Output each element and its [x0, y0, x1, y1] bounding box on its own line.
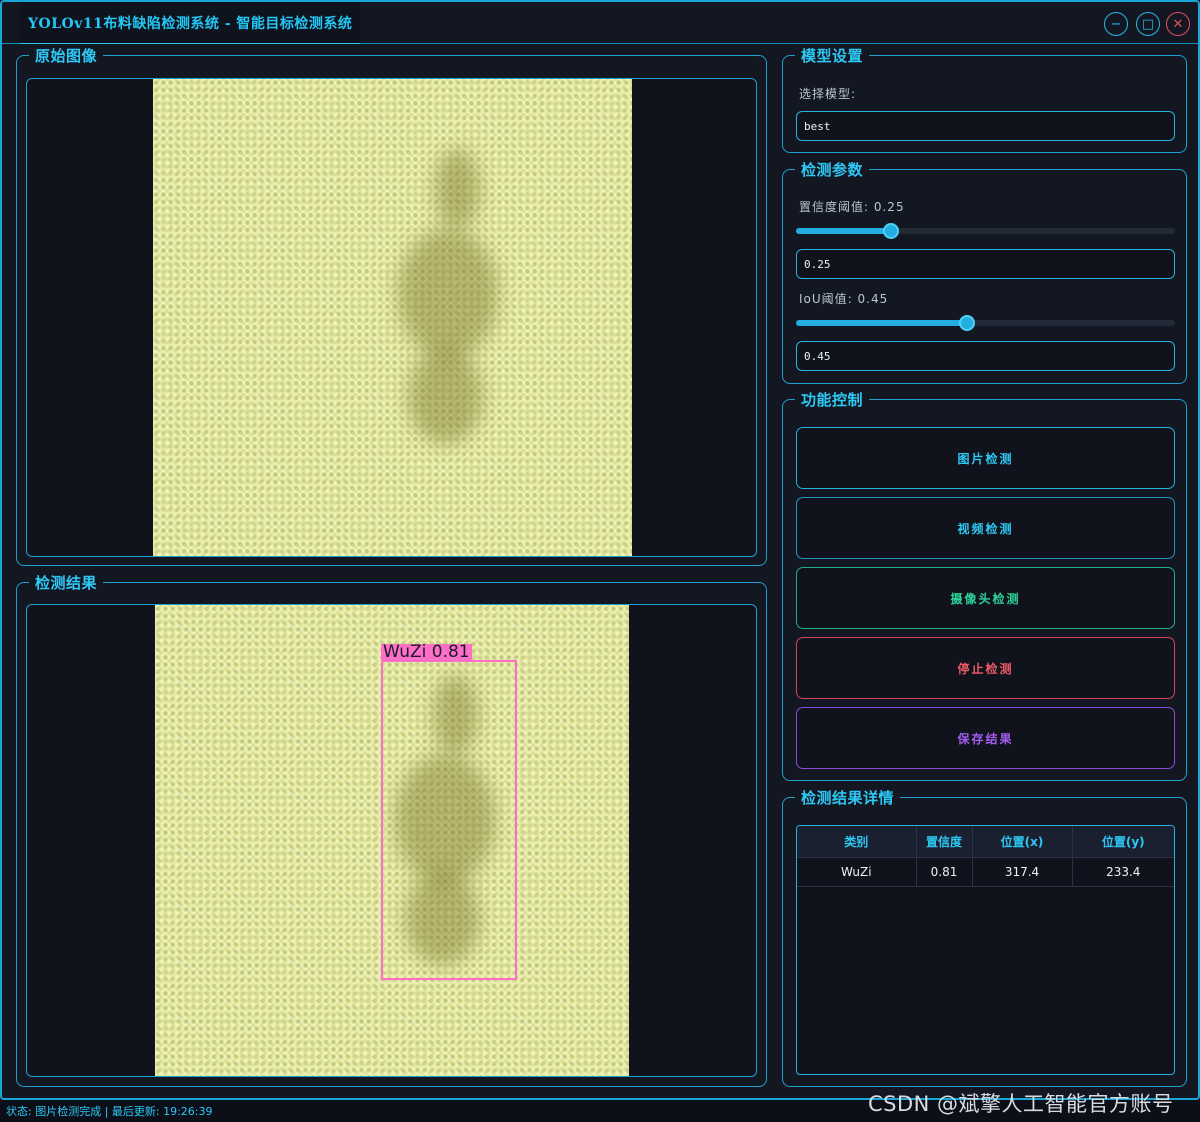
- stain-spot: [398, 229, 498, 359]
- result-details-group: 检测结果详情 类别 置信度 位置(x) 位置(y) WuZi 0.81 317.…: [782, 788, 1187, 1087]
- cell-y: 233.4: [1072, 857, 1174, 887]
- stain-spot: [435, 149, 480, 229]
- confidence-label: 置信度阈值: 0.25: [799, 200, 905, 214]
- stain-spot: [408, 349, 483, 444]
- title-tab: YOLOv11布料缺陷检测系统 - 智能目标检测系统: [20, 2, 361, 44]
- original-fabric-image: [153, 79, 632, 556]
- original-image-title: 原始图像: [29, 46, 104, 66]
- model-select[interactable]: best: [796, 111, 1175, 141]
- detection-params-group: 检测参数 置信度阈值: 0.25 0.25 IoU阈值: 0.45 0.45: [782, 160, 1187, 384]
- stop-detect-button[interactable]: 停止检测: [796, 637, 1175, 699]
- model-settings-group: 模型设置 选择模型: best: [782, 46, 1187, 153]
- iou-slider-handle[interactable]: [958, 315, 975, 331]
- table-row[interactable]: WuZi 0.81 317.4 233.4: [797, 857, 1174, 887]
- close-icon: ✕: [1172, 16, 1184, 32]
- cell-class: WuZi: [797, 857, 917, 887]
- column-header-confidence[interactable]: 置信度: [916, 826, 973, 858]
- confidence-input[interactable]: 0.25: [796, 249, 1175, 279]
- iou-input[interactable]: 0.45: [796, 341, 1175, 371]
- watermark-text: CSDN @斌擎人工智能官方账号: [868, 1092, 1174, 1116]
- status-text: 状态: 图片检测完成 | 最后更新: 19:26:39: [6, 1105, 213, 1118]
- original-image-group: 原始图像: [16, 46, 767, 566]
- column-header-x[interactable]: 位置(x): [972, 826, 1073, 858]
- column-header-class[interactable]: 类别: [797, 826, 917, 858]
- cell-confidence: 0.81: [916, 857, 973, 887]
- video-detect-button[interactable]: 视频检测: [796, 497, 1175, 559]
- select-model-label: 选择模型:: [799, 87, 857, 101]
- column-header-y[interactable]: 位置(y): [1072, 826, 1174, 858]
- minimize-button[interactable]: −: [1104, 12, 1128, 36]
- detection-params-title: 检测参数: [795, 160, 870, 180]
- camera-detect-button[interactable]: 摄像头检测: [796, 567, 1175, 629]
- app-window: YOLOv11布料缺陷检测系统 - 智能目标检测系统 − □ ✕ 原始图像 检测…: [0, 0, 1200, 1100]
- result-table-frame: 类别 置信度 位置(x) 位置(y) WuZi 0.81 317.4 233.4: [796, 825, 1175, 1075]
- detection-result-title: 检测结果: [29, 573, 104, 593]
- result-image-frame: WuZi 0.81: [26, 604, 757, 1077]
- confidence-slider-fill: [796, 228, 891, 234]
- window-title: YOLOv11布料缺陷检测系统 - 智能目标检测系统: [28, 15, 353, 32]
- maximize-button[interactable]: □: [1136, 12, 1160, 36]
- image-detect-button[interactable]: 图片检测: [796, 427, 1175, 489]
- original-image-frame: [26, 78, 757, 557]
- maximize-icon: □: [1141, 16, 1155, 32]
- function-controls-title: 功能控制: [795, 390, 870, 410]
- detection-result-group: 检测结果 WuZi 0.81: [16, 573, 767, 1087]
- table-header-row: 类别 置信度 位置(x) 位置(y): [797, 826, 1174, 858]
- detection-bounding-box: [381, 660, 517, 980]
- confidence-slider[interactable]: [796, 223, 1175, 239]
- iou-label: IoU阈值: 0.45: [799, 292, 889, 306]
- title-bar: YOLOv11布料缺陷检测系统 - 智能目标检测系统 − □ ✕: [2, 2, 1198, 44]
- result-table: 类别 置信度 位置(x) 位置(y) WuZi 0.81 317.4 233.4: [797, 826, 1174, 887]
- result-fabric-image: WuZi 0.81: [155, 605, 629, 1076]
- close-button[interactable]: ✕: [1166, 12, 1190, 36]
- result-details-title: 检测结果详情: [795, 788, 901, 808]
- iou-slider[interactable]: [796, 315, 1175, 331]
- iou-slider-fill: [796, 320, 967, 326]
- save-results-button[interactable]: 保存结果: [796, 707, 1175, 769]
- minimize-icon: −: [1110, 16, 1122, 32]
- model-settings-title: 模型设置: [795, 46, 870, 66]
- confidence-slider-handle[interactable]: [882, 223, 899, 239]
- cell-x: 317.4: [972, 857, 1073, 887]
- detection-label: WuZi 0.81: [381, 642, 472, 662]
